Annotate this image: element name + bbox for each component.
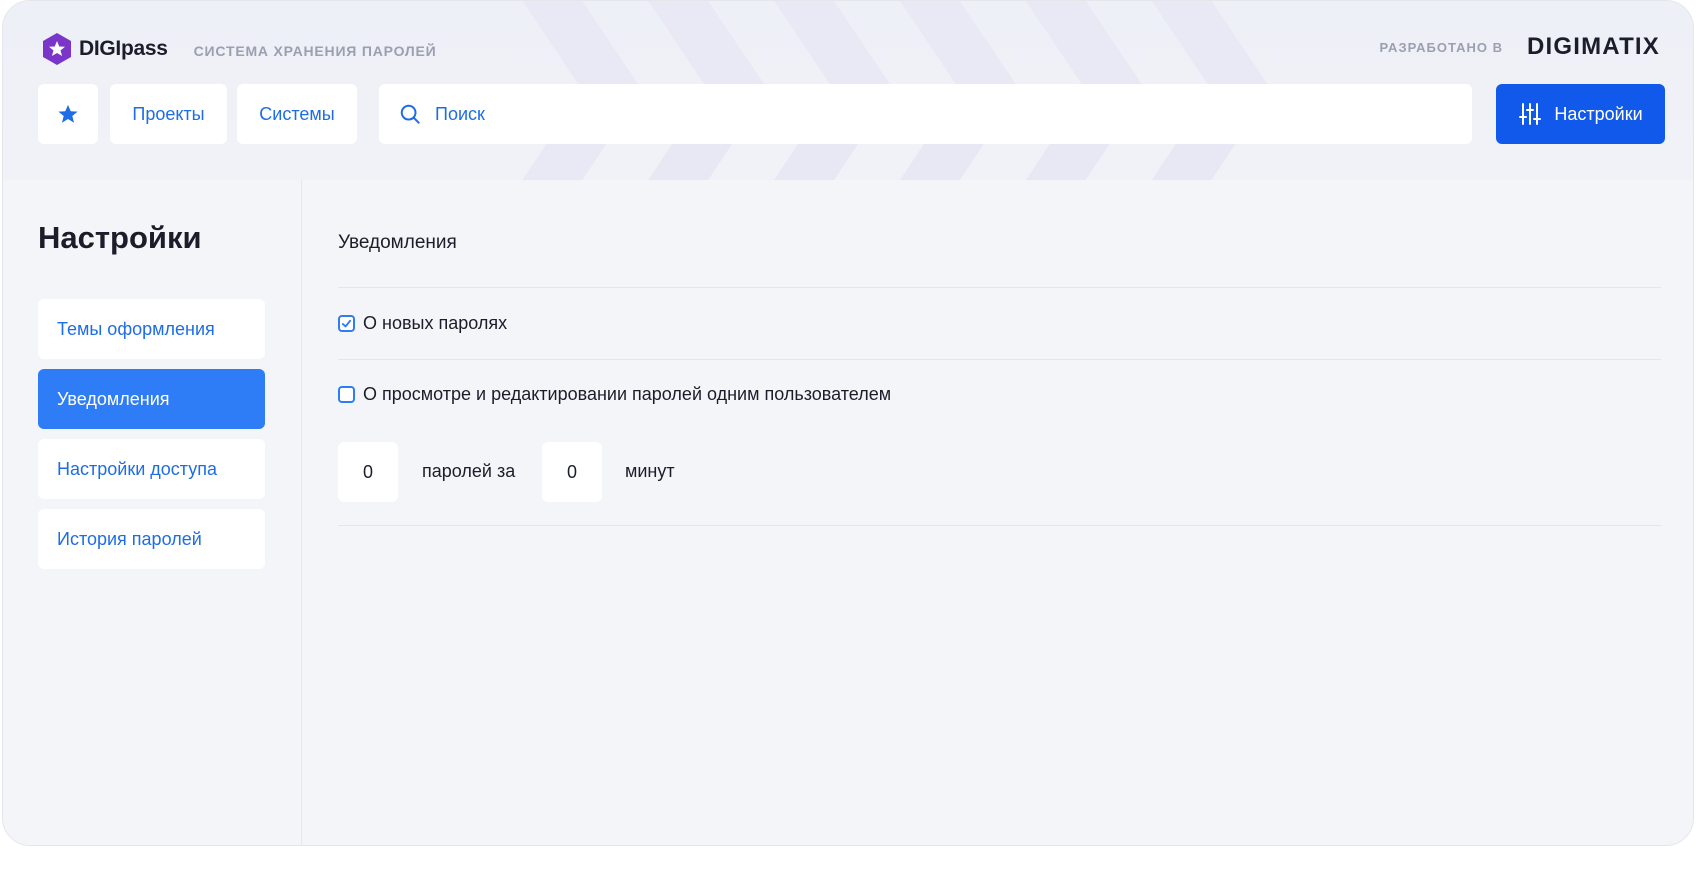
passwords-per-label: паролей за: [422, 461, 516, 481]
section-title: Уведомления: [338, 232, 457, 253]
settings-button[interactable]: Настройки: [1496, 84, 1665, 144]
divider: [338, 525, 1661, 526]
systems-button[interactable]: Системы: [237, 84, 357, 144]
option-label: О просмотре и редактировании паролей одн…: [363, 384, 892, 404]
option-new-passwords[interactable]: О новых паролях: [338, 313, 507, 334]
notifications-panel: Уведомления О новых паролях О просмотре …: [301, 180, 1693, 845]
sidebar-item-password-history[interactable]: История паролей: [38, 509, 265, 569]
divider: [338, 359, 1661, 360]
developer-credit: РАЗРАБОТАНО В DIGIMATIX: [1380, 33, 1660, 61]
sidebar-title: Настройки: [38, 220, 202, 255]
checkmark-icon: [341, 319, 352, 328]
sidebar-item-themes[interactable]: Темы оформления: [38, 299, 265, 359]
search-input[interactable]: [433, 102, 1417, 126]
tagline: СИСТЕМА ХРАНЕНИЯ ПАРОЛЕЙ: [193, 42, 437, 59]
app-window: DIGIpass СИСТЕМА ХРАНЕНИЯ ПАРОЛЕЙ РАЗРАБ…: [2, 0, 1694, 846]
option-label: О новых паролях: [363, 313, 508, 333]
search-bar[interactable]: [379, 84, 1472, 144]
developer-logo[interactable]: DIGIMATIX: [1527, 33, 1660, 61]
settings-button-label: Настройки: [1554, 103, 1643, 124]
logo-shield-icon: [43, 33, 71, 65]
logo-text: DIGIpass: [79, 37, 168, 60]
settings-sidebar: Настройки Темы оформления Уведомления На…: [3, 180, 302, 845]
header: DIGIpass СИСТЕМА ХРАНЕНИЯ ПАРОЛЕЙ РАЗРАБ…: [3, 1, 1693, 180]
search-icon: [400, 104, 420, 124]
sidebar-item-access-settings[interactable]: Настройки доступа: [38, 439, 265, 499]
minutes-input[interactable]: [542, 442, 602, 502]
brand[interactable]: DIGIpass СИСТЕМА ХРАНЕНИЯ ПАРОЛЕЙ: [40, 32, 437, 66]
passwords-count-input[interactable]: [338, 442, 398, 502]
sidebar-item-notifications[interactable]: Уведомления: [38, 369, 265, 429]
minutes-label: минут: [625, 461, 675, 481]
checkbox-unchecked[interactable]: [338, 386, 355, 403]
developer-label: РАЗРАБОТАНО В: [1379, 39, 1503, 55]
checkbox-checked[interactable]: [338, 315, 355, 332]
divider: [338, 287, 1661, 288]
sliders-icon: [1519, 103, 1542, 125]
star-icon: [58, 104, 78, 123]
option-view-edit-passwords[interactable]: О просмотре и редактировании паролей одн…: [338, 384, 891, 405]
favorites-button[interactable]: [38, 84, 98, 144]
projects-button[interactable]: Проекты: [110, 84, 227, 144]
